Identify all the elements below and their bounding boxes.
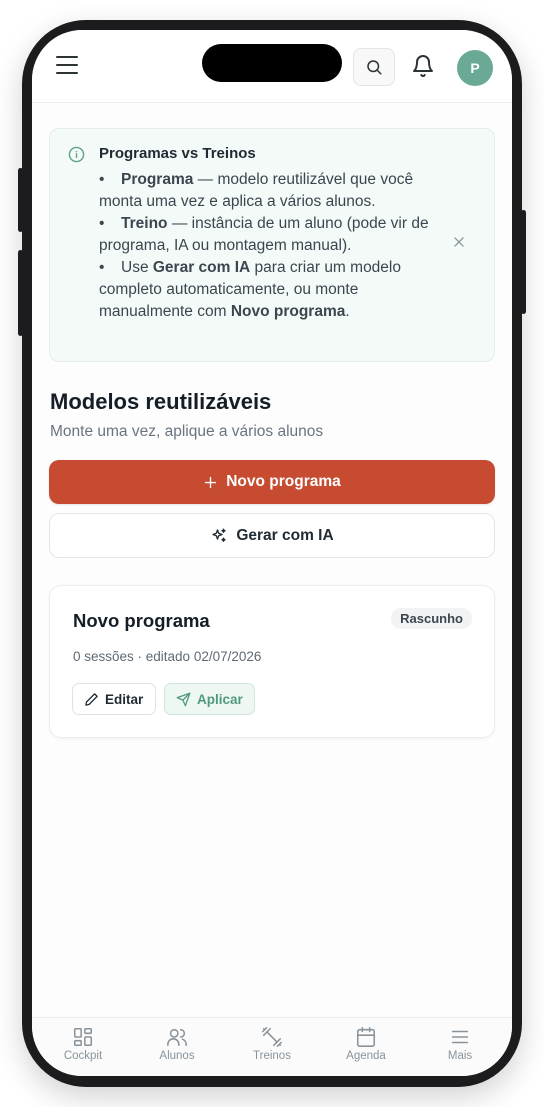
info-term: Gerar com IA xyxy=(152,259,251,276)
nav-label: Cockpit xyxy=(63,1050,103,1062)
nav-label: Treinos xyxy=(253,1050,291,1062)
bell-icon[interactable] xyxy=(411,54,435,78)
info-term: Novo programa xyxy=(230,303,346,320)
apply-label: Aplicar xyxy=(197,691,243,707)
section-subtitle: Monte uma vez, aplique a vários alunos xyxy=(50,423,324,440)
dumbbell-icon xyxy=(262,1027,282,1047)
users-icon xyxy=(167,1028,187,1047)
info-item: • Programa — modelo reutilizável que você… xyxy=(99,171,414,210)
calendar-icon xyxy=(356,1027,376,1047)
new-program-button[interactable]: Novo programa xyxy=(49,460,495,504)
screen: P Programas vs Treinos • Programa — model… xyxy=(32,30,512,1076)
apply-button[interactable]: Aplicar xyxy=(164,683,255,715)
hamburger-menu-icon[interactable] xyxy=(56,56,78,74)
plus-icon xyxy=(205,476,217,488)
nav-label: Agenda xyxy=(346,1050,386,1062)
avatar[interactable]: P xyxy=(457,50,493,86)
nav-label: Mais xyxy=(447,1050,473,1062)
bottom-nav: Cockpit Alunos Treinos Agenda Mais xyxy=(32,1017,512,1076)
nav-item-cockpit[interactable]: Cockpit xyxy=(43,1026,123,1062)
status-badge: Rascunho xyxy=(391,608,472,629)
program-card-meta: 0 sessões · editado 02/07/2026 xyxy=(73,649,262,664)
grid-icon xyxy=(73,1027,93,1047)
generate-ai-button[interactable]: Gerar com IA xyxy=(49,513,495,558)
nav-item-alunos[interactable]: Alunos xyxy=(137,1026,217,1062)
program-card-title: Novo programa xyxy=(73,610,210,631)
nav-item-mais[interactable]: Mais xyxy=(420,1026,500,1062)
menu-icon xyxy=(451,1030,469,1044)
search-icon xyxy=(367,60,382,75)
info-list: • Programa — modelo reutilizável que você… xyxy=(99,169,449,323)
info-banner: Programas vs Treinos • Programa — modelo … xyxy=(49,128,495,362)
section-title: Modelos reutilizáveis xyxy=(50,389,272,414)
info-item: • Use Gerar com IA para criar um modelo c… xyxy=(99,259,401,320)
nav-label: Alunos xyxy=(159,1050,195,1062)
info-text: Use xyxy=(121,259,153,276)
side-button xyxy=(18,168,23,232)
info-term: Programa xyxy=(121,171,194,188)
info-term: Treino xyxy=(121,215,168,232)
info-icon xyxy=(68,146,85,163)
dynamic-island xyxy=(202,44,342,82)
info-item: • Treino — instância de um aluno (pode vi… xyxy=(99,215,429,254)
sparkles-icon xyxy=(212,528,226,542)
pencil-icon xyxy=(85,692,98,706)
side-button xyxy=(521,210,526,314)
send-icon xyxy=(176,692,191,706)
nav-item-treinos[interactable]: Treinos xyxy=(232,1026,312,1062)
info-text: . xyxy=(345,303,350,320)
generate-ai-label: Gerar com IA xyxy=(236,526,334,544)
new-program-label: Novo programa xyxy=(226,473,341,490)
info-title: Programas vs Treinos xyxy=(99,145,256,162)
nav-item-agenda[interactable]: Agenda xyxy=(326,1026,406,1062)
edit-button[interactable]: Editar xyxy=(72,683,156,715)
program-card: Novo programa Rascunho 0 sessões · edita… xyxy=(49,585,495,738)
edit-label: Editar xyxy=(105,691,144,707)
search-button[interactable] xyxy=(353,48,395,86)
side-button xyxy=(18,250,23,336)
close-icon[interactable] xyxy=(452,235,466,249)
